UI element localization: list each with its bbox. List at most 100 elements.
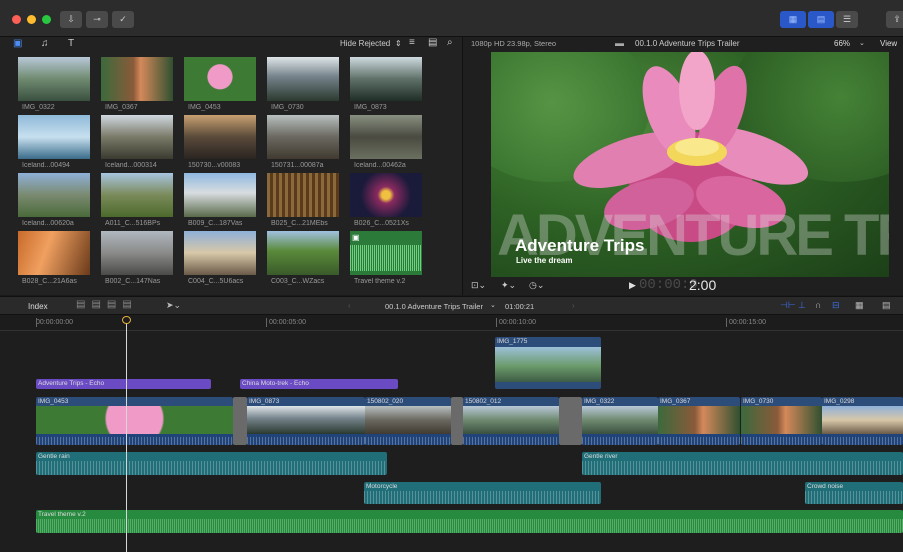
edit-buttons-icon[interactable]: ▤▤▤▤ [76,299,138,310]
clip-label: C004_C...5U6acs [188,278,244,285]
timeline-toggle-icon[interactable]: ▤ [808,11,834,28]
clip-label: B002_C...147Nas [105,278,161,285]
storyline-clip[interactable]: IMG_0453 [36,397,233,445]
clip-thumbnail[interactable] [184,57,256,101]
clip-thumbnail[interactable] [267,57,339,101]
checkmark-circle-icon[interactable]: ✓ [112,11,134,28]
titles-generators-icon[interactable]: T [68,38,74,49]
clip-name: IMG_0322 [584,398,615,405]
clip-thumbnail[interactable] [184,173,256,217]
clip-name: Gentle river [584,453,618,460]
ruler-mark: 00:00:15:00 [729,319,766,326]
speed-menu-icon[interactable]: ◷⌄ [529,280,544,291]
film-icon: ▬ [615,38,624,48]
title-clip[interactable]: Adventure Trips - Echo [36,379,211,389]
effects-browser-icon[interactable]: ▤ [882,300,891,311]
video-skimming-icon[interactable]: ⊣⊢ [780,300,796,311]
browser-toggle-icon[interactable]: ▦ [780,11,806,28]
storyline-clip[interactable]: 150802_020 [365,397,451,445]
zoom-menu[interactable]: 66% [834,39,850,48]
index-button[interactable]: Index [28,302,48,311]
title-clip[interactable]: China Moto-trek - Echo [240,379,398,389]
clip-thumbnail[interactable] [101,231,173,275]
clip-thumbnail[interactable]: ▣ [350,231,422,275]
clip-name: Travel theme v.2 [38,511,86,518]
clip-thumbnail[interactable] [18,173,90,217]
playhead[interactable] [126,318,127,552]
clip-appearance-icon[interactable]: ▤ [428,37,437,48]
clip-label: Iceland...00494 [22,162,70,169]
audio-clip[interactable]: Motorcycle [364,482,601,504]
clip-thumbnail[interactable] [101,173,173,217]
clip-label: B009_C...187Vas [188,220,243,227]
storyline-clip[interactable]: IMG_0367 [658,397,740,445]
forward-arrow-icon[interactable]: › [572,301,575,310]
clip-thumbnail[interactable] [350,115,422,159]
playhead-handle[interactable] [122,316,131,324]
clip-thumbnail[interactable] [350,173,422,217]
transform-menu-icon[interactable]: ⊡⌄ [471,280,486,291]
storyline-clip[interactable]: IMG_0730 [741,397,822,445]
clip-thumbnail[interactable] [267,115,339,159]
timeline-project-name[interactable]: 00.1.0 Adventure Trips Trailer [385,302,483,311]
solo-icon[interactable]: ⊟ [832,300,840,311]
transition[interactable] [559,397,582,445]
photos-audio-icon[interactable]: ♫ [41,38,49,49]
clip-label: 150731...00087a [271,162,324,169]
transition[interactable] [233,397,247,445]
audio-clip[interactable]: Crowd noise [805,482,903,504]
share-icon[interactable]: ⇪ [886,11,903,28]
close-window-button[interactable] [12,15,21,24]
clip-thumbnail[interactable] [18,57,90,101]
connected-clip[interactable]: IMG_1775 [495,337,601,389]
audio-clip[interactable]: Gentle river [582,452,903,475]
play-icon[interactable]: ▶ [629,280,636,291]
storyline-clip[interactable]: IMG_0873 [247,397,365,445]
music-clip[interactable]: Travel theme v.2 [36,510,903,533]
inspector-toggle-icon[interactable]: ☰ [836,11,858,28]
audio-clip[interactable]: Gentle rain [36,452,387,475]
clip-thumbnail[interactable] [101,115,173,159]
title-bar: ⇩ ⊸ ✓ ▦ ▤ ☰ ⇪ [0,0,903,37]
clip-thumbnail[interactable] [18,231,90,275]
zoom-window-button[interactable] [42,15,51,24]
clip-thumbnail[interactable] [350,57,422,101]
storyline-clip[interactable]: 150802_012 [463,397,559,445]
headphones-icon[interactable]: ∩ [815,300,821,310]
clip-thumbnail[interactable] [18,115,90,159]
enhance-menu-icon[interactable]: ✦⌄ [501,280,516,291]
library-icon[interactable]: ▣ [13,38,22,49]
back-arrow-icon[interactable]: ‹ [348,301,351,310]
timeline-toolbar: Index ▤▤▤▤ ➤⌄ ‹ 00.1.0 Adventure Trips T… [0,296,903,315]
clip-thumbnail[interactable] [184,231,256,275]
clip-name: IMG_0367 [660,398,691,405]
ruler-mark: 00:00:00:00 [36,319,73,326]
transition[interactable] [451,397,463,445]
clip-name: 150802_012 [465,398,502,405]
clip-label: IMG_0873 [354,104,387,111]
clip-label: IMG_0322 [22,104,55,111]
clip-thumbnail[interactable] [267,173,339,217]
clip-thumbnail[interactable] [101,57,173,101]
minimize-window-button[interactable] [27,15,36,24]
clip-label: Iceland...00620a [22,220,74,227]
format-label: 1080p HD 23.98p, Stereo [471,39,557,48]
download-icon[interactable]: ⇩ [60,11,82,28]
clip-thumbnail[interactable] [184,115,256,159]
key-icon[interactable]: ⊸ [86,11,108,28]
filter-menu[interactable]: Hide Rejected [340,39,390,48]
list-view-icon[interactable]: ≡ [409,37,415,48]
storyline-clip[interactable]: IMG_0298 [822,397,903,445]
clip-name: Motorcycle [366,483,398,490]
clip-thumbnail[interactable] [267,231,339,275]
clip-appearance-icon[interactable]: ▦ [855,300,864,311]
snapping-icon[interactable]: ⊥ [798,300,806,311]
clip-label: IMG_0453 [188,104,221,111]
media-browser: ▣ ♫ T Hide Rejected ⇕ ≡ ▤ ⌕ IMG_0322 IMG_… [0,37,462,295]
view-menu[interactable]: View [880,39,897,48]
search-icon[interactable]: ⌕ [447,37,453,48]
clip-name: Gentle rain [38,453,70,460]
storyline-clip[interactable]: IMG_0322 [582,397,658,445]
timeline-ruler[interactable]: 00:00:00:00 00:00:05:00 00:00:10:00 00:0… [0,315,903,331]
select-tool-icon[interactable]: ➤⌄ [166,300,181,311]
